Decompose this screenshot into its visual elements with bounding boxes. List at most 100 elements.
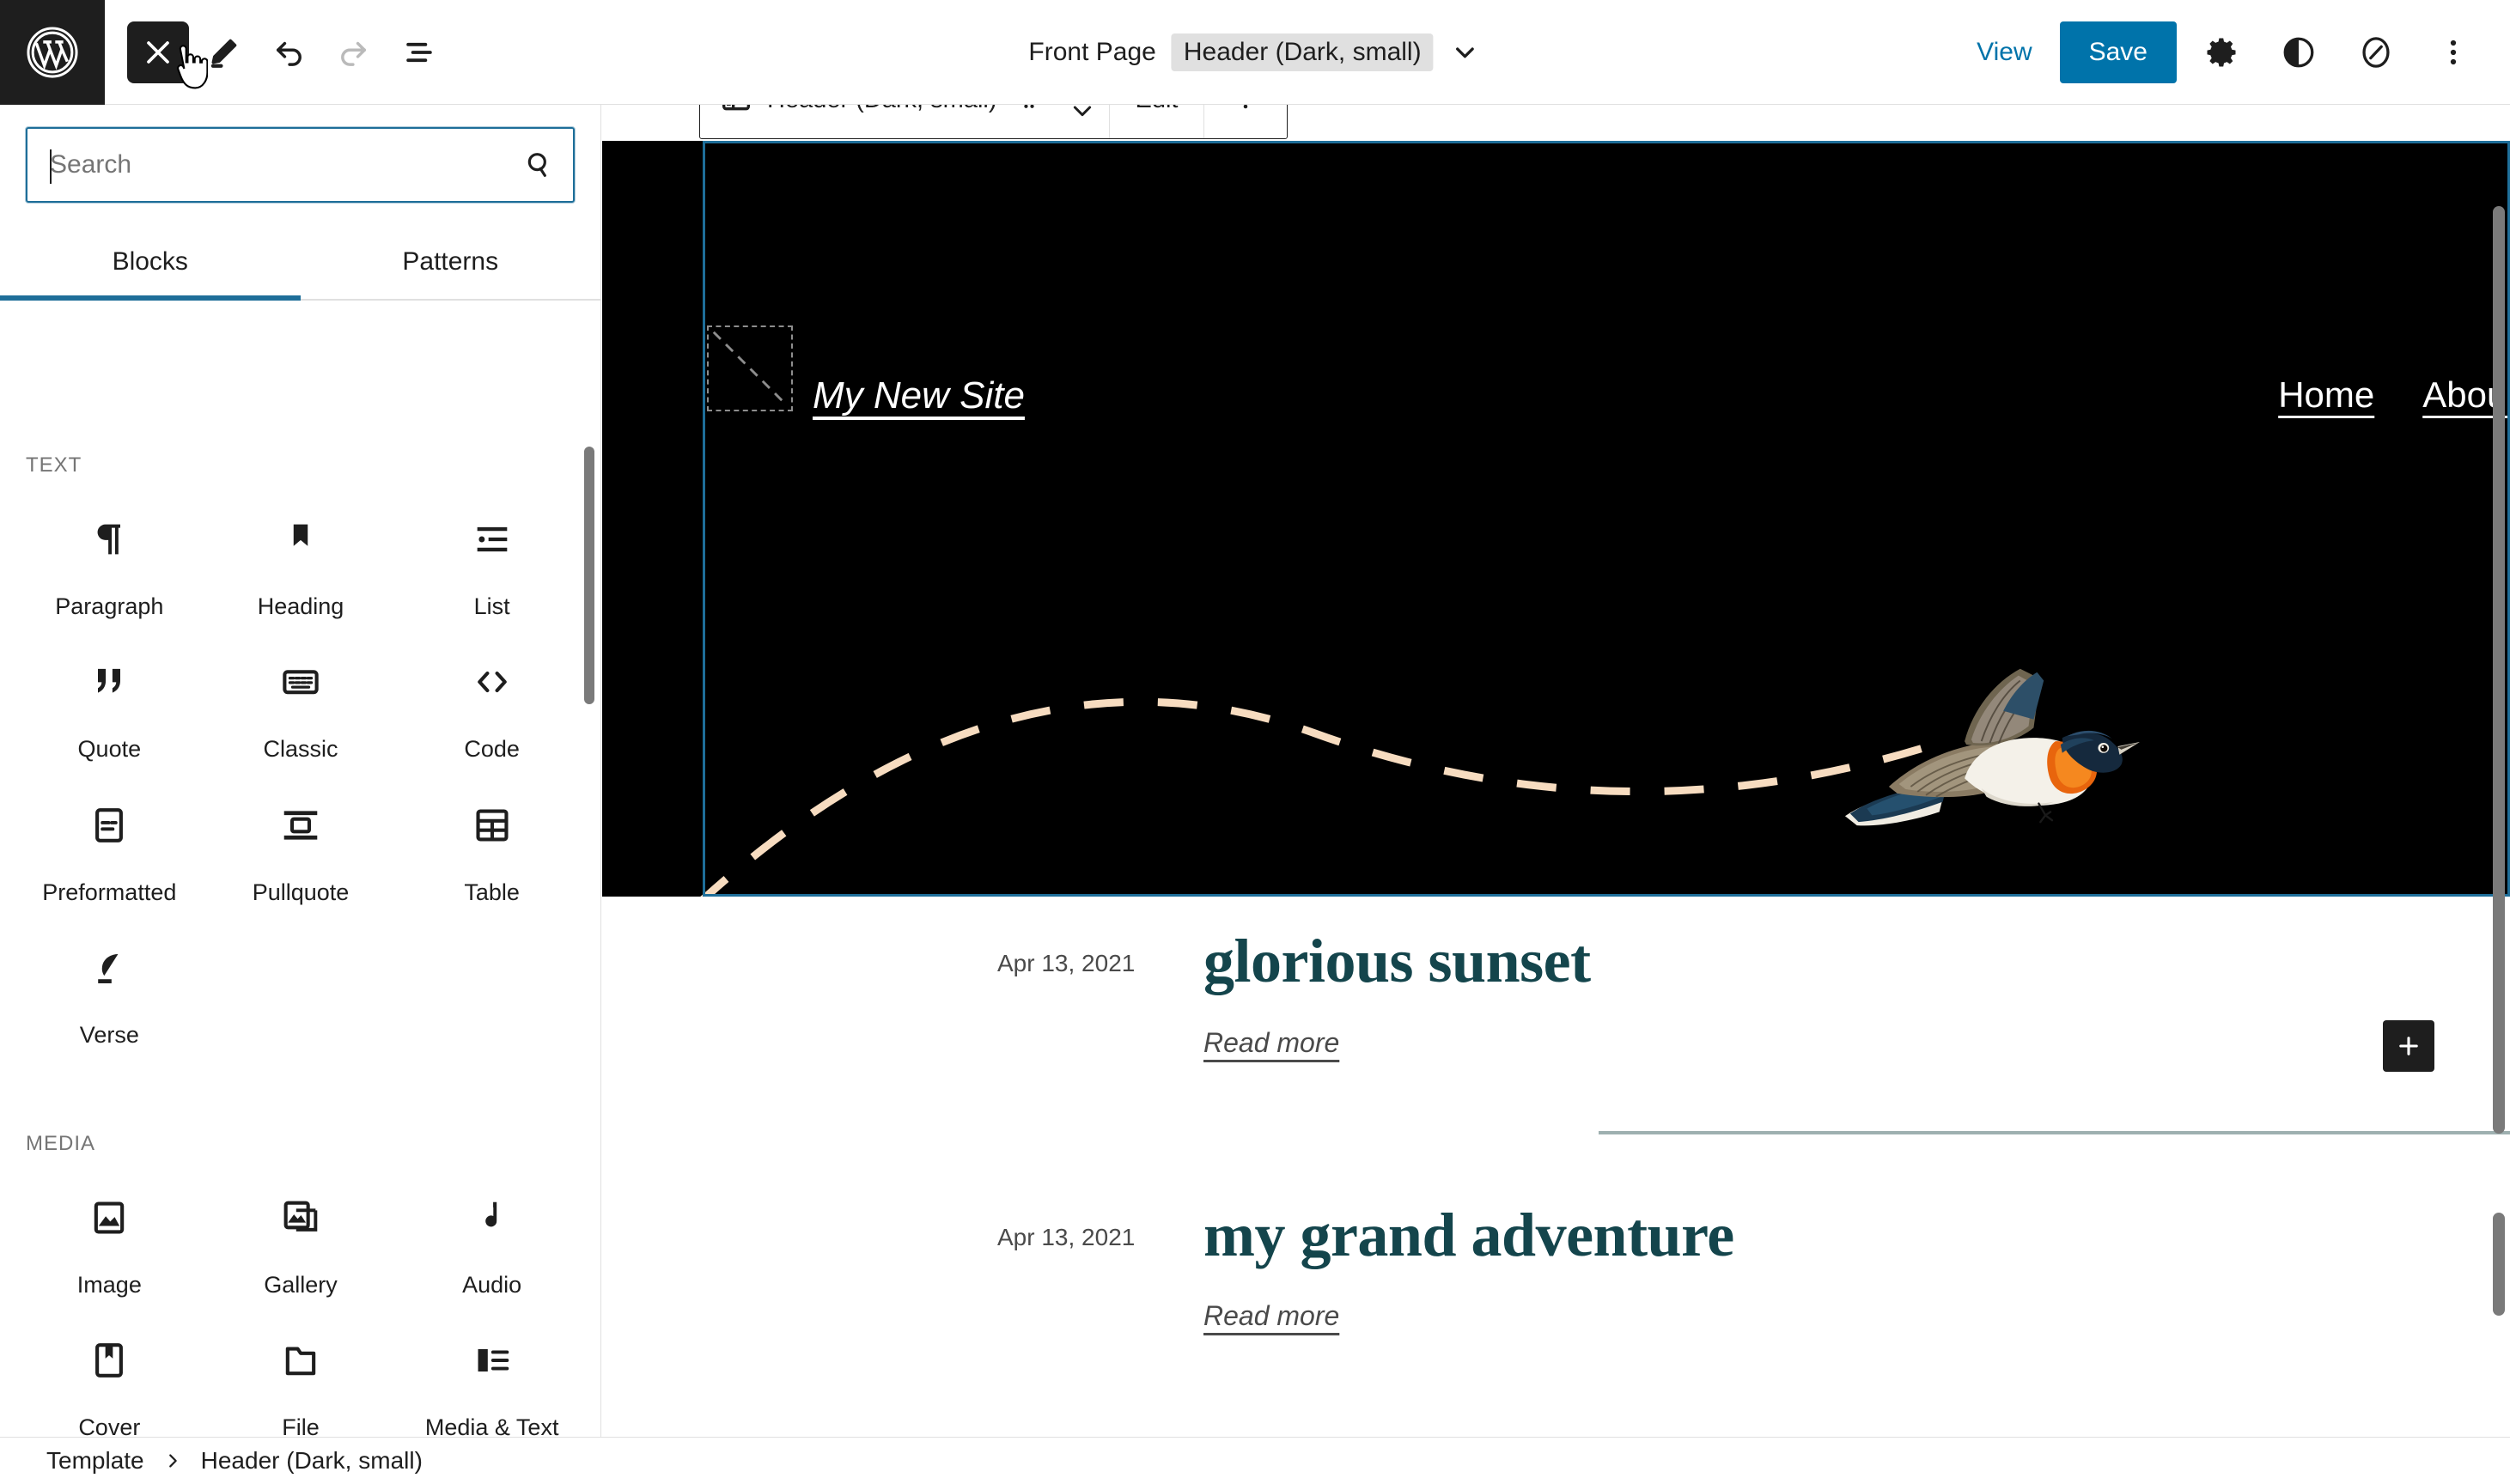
gear-icon[interactable] xyxy=(2189,20,2254,85)
flying-bird-illustration xyxy=(1844,668,2140,826)
save-button[interactable]: Save xyxy=(2059,21,2177,83)
chevron-right-icon xyxy=(163,1451,182,1470)
classic-keyboard-icon xyxy=(277,658,325,706)
breadcrumb-item-template[interactable]: Template xyxy=(46,1447,144,1475)
verse-feather-icon xyxy=(85,944,133,992)
quote-marks-icon xyxy=(85,658,133,706)
pullquote-bars-icon xyxy=(277,801,325,849)
block-item-table[interactable]: Table xyxy=(396,779,588,921)
block-item-pullquote[interactable]: Pullquote xyxy=(205,779,397,921)
category-label-text: TEXT xyxy=(26,453,82,477)
canvas-scrollbar-top[interactable] xyxy=(2493,206,2505,1134)
inserter-search-area xyxy=(0,105,600,203)
three-dots-vertical-icon[interactable] xyxy=(2421,20,2486,85)
redo-button[interactable] xyxy=(323,21,385,83)
media-and-text-icon xyxy=(468,1336,516,1384)
block-label: Gallery xyxy=(264,1271,338,1298)
view-link[interactable]: View xyxy=(1961,31,2047,74)
block-item-file[interactable]: File xyxy=(205,1314,397,1437)
undo-button[interactable] xyxy=(258,21,320,83)
block-label: Preformatted xyxy=(42,879,177,905)
block-item-gallery[interactable]: Gallery xyxy=(205,1171,397,1314)
tools-pencil-button[interactable] xyxy=(192,21,254,83)
search-input[interactable] xyxy=(27,129,504,201)
wordpress-logo-icon[interactable] xyxy=(0,0,105,105)
image-placeholder-dashed-icon[interactable] xyxy=(707,325,793,411)
block-item-preformatted[interactable]: Preformatted xyxy=(14,779,205,921)
list-view-icon[interactable] xyxy=(388,21,450,83)
block-item-classic[interactable]: Classic xyxy=(205,636,397,778)
code-angle-brackets-icon xyxy=(468,658,516,706)
block-toolbar: Header (Dark, small) xyxy=(699,105,1289,139)
post-title[interactable]: glorious sunset xyxy=(1203,928,1591,994)
site-header-template-part[interactable]: My New Site Home About xyxy=(602,141,2510,897)
post-date: Apr 13, 2021 xyxy=(997,950,1136,976)
chevron-down-icon[interactable] xyxy=(1449,36,1482,69)
search-magnifier-icon[interactable] xyxy=(504,129,573,201)
breadcrumb-item-header[interactable]: Header (Dark, small) xyxy=(201,1447,423,1475)
file-folder-icon xyxy=(277,1336,325,1384)
post-list-item: Apr 13, 2021 glorious sunset Read more xyxy=(602,928,2510,1059)
block-list-scroll-area: TEXT Paragraph Heading List Quote Classi… xyxy=(0,429,600,1437)
edit-template-part-button[interactable]: Edit xyxy=(1110,105,1204,138)
block-appender-plus-button[interactable] xyxy=(2383,1020,2434,1072)
block-item-image[interactable]: Image xyxy=(14,1171,205,1314)
block-options-three-dots-icon[interactable] xyxy=(1204,105,1287,138)
wordpress-site-editor: Front Page Header (Dark, small) View Sav… xyxy=(0,0,2510,1484)
site-navigation: Home About xyxy=(2278,374,2510,416)
list-bullet-icon xyxy=(468,515,516,563)
post-spacer xyxy=(602,1134,2510,1203)
document-title-chip[interactable]: Header (Dark, small) xyxy=(1171,33,1434,71)
block-label: Media & Text xyxy=(424,1414,559,1437)
block-item-heading[interactable]: Heading xyxy=(205,493,397,636)
read-more-link[interactable]: Read more xyxy=(1203,1300,1339,1332)
nav-link-home[interactable]: Home xyxy=(2278,374,2374,416)
block-inserter-sidebar: Blocks Patterns TEXT Paragraph xyxy=(0,105,601,1437)
paragraph-pilcrow-icon xyxy=(85,515,133,563)
block-label: File xyxy=(282,1414,320,1437)
drag-handle-dots-icon[interactable] xyxy=(1002,105,1056,138)
block-label: Heading xyxy=(257,593,344,619)
post-list-item: Apr 13, 2021 my grand adventure Read mor… xyxy=(602,1202,2510,1333)
block-item-cover[interactable]: Cover xyxy=(14,1314,205,1437)
block-item-code[interactable]: Code xyxy=(396,636,588,778)
block-label: Classic xyxy=(263,736,338,763)
inserter-scrollbar[interactable] xyxy=(584,447,594,704)
site-title[interactable]: My New Site xyxy=(813,374,1025,417)
block-item-verse[interactable]: Verse xyxy=(14,921,205,1064)
block-movers[interactable] xyxy=(1056,105,1109,125)
post-content: my grand adventure Read more xyxy=(1178,1202,1734,1333)
canvas-scrollbar-bottom[interactable] xyxy=(2493,1213,2505,1316)
block-item-audio[interactable]: Audio xyxy=(396,1171,588,1314)
block-item-quote[interactable]: Quote xyxy=(14,636,205,778)
preformatted-page-icon xyxy=(85,801,133,849)
compass-circle-icon[interactable] xyxy=(2343,20,2409,85)
chevron-down-icon[interactable] xyxy=(1069,105,1096,125)
close-inserter-button[interactable] xyxy=(127,21,189,83)
block-grid-media: Image Gallery Audio Cover File Media & T… xyxy=(0,1171,600,1437)
block-type-switcher[interactable]: Header (Dark, small) xyxy=(700,105,1002,119)
document-title-bar[interactable]: Front Page Header (Dark, small) xyxy=(1028,0,1481,105)
top-bar-right-tools: View Save xyxy=(1961,0,2486,105)
heading-bookmark-icon xyxy=(277,515,325,563)
category-label-media: MEDIA xyxy=(26,1131,96,1155)
tab-blocks[interactable]: Blocks xyxy=(0,235,301,301)
block-label: Audio xyxy=(462,1271,522,1298)
read-more-link[interactable]: Read more xyxy=(1203,1027,1339,1059)
block-label: Table xyxy=(464,879,520,905)
block-label: Quote xyxy=(77,736,142,763)
block-label: List xyxy=(473,593,510,619)
post-title[interactable]: my grand adventure xyxy=(1203,1202,1734,1268)
breadcrumb: Template Header (Dark, small) xyxy=(0,1437,2510,1484)
block-label: Verse xyxy=(79,1022,139,1049)
contrast-half-circle-icon[interactable] xyxy=(2266,20,2331,85)
block-item-media-and-text[interactable]: Media & Text xyxy=(396,1314,588,1437)
tab-patterns[interactable]: Patterns xyxy=(301,235,601,299)
block-item-paragraph[interactable]: Paragraph xyxy=(14,493,205,636)
inserter-tabs: Blocks Patterns xyxy=(0,235,600,301)
block-toolbar-label: Header (Dark, small) xyxy=(767,105,997,114)
search-box[interactable] xyxy=(26,127,575,203)
block-item-list[interactable]: List xyxy=(396,493,588,636)
image-picture-icon xyxy=(85,1194,133,1242)
audio-music-note-icon xyxy=(468,1194,516,1242)
